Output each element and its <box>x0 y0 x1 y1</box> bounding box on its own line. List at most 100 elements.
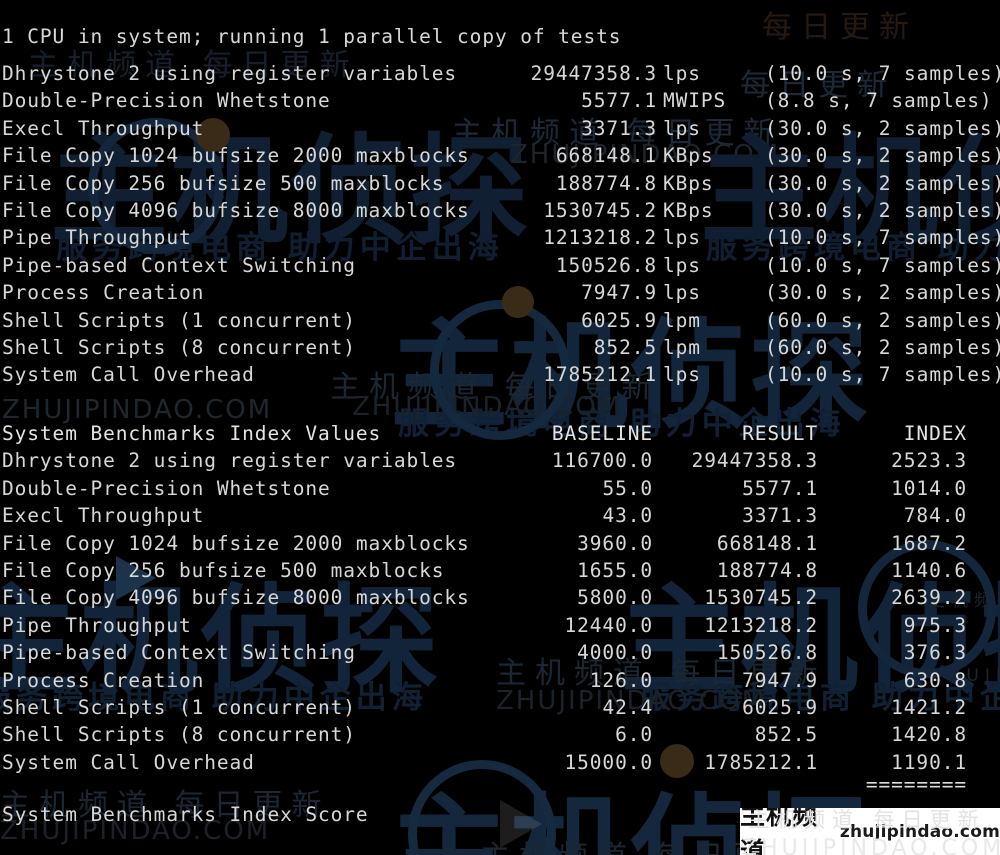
index-table-title: System Benchmarks Index Values <box>2 422 382 445</box>
column-header-result: RESULT <box>742 422 818 445</box>
index-row-baseline: 4000.0 <box>577 641 653 665</box>
benchmark-row: File Copy 4096 bufsize 8000 maxblocks 153… <box>0 197 1000 224</box>
index-row-result: 188774.8 <box>716 559 818 582</box>
index-row-index: 376.3 <box>903 641 967 665</box>
table-row: File Copy 256 bufsize 500 maxblocks 1655.… <box>0 557 1000 584</box>
site-watermark-badge: 主机频道 每日更新 ZHUJIPINDAO.COM 主机频道 zhujipind… <box>740 808 1000 855</box>
benchmark-value: 1530745.2 <box>543 199 657 222</box>
index-row-label: File Copy 1024 bufsize 2000 maxblocks <box>2 531 470 555</box>
benchmark-row: Pipe Throughput 1213218.2 lps (10.0 s, 7 sa… <box>0 224 1000 251</box>
benchmark-label: File Copy 4096 bufsize 8000 maxblocks <box>2 199 470 222</box>
benchmark-value: 1213218.2 <box>543 226 657 250</box>
benchmark-value: 6025.9 <box>581 308 657 332</box>
index-row-index: 630.8 <box>903 668 967 692</box>
index-row-result: 1530745.2 <box>704 586 818 610</box>
benchmark-unit: lpm <box>663 336 701 359</box>
index-row-index: 784.0 <box>903 504 967 528</box>
benchmark-unit: lps <box>663 281 701 305</box>
separator-text: ======== <box>865 773 967 797</box>
benchmark-timing: (30.0 s, 2 samples) <box>765 199 1000 222</box>
benchmark-row: Double-Precision Whetstone 5577.1 MWIPS (8.… <box>0 87 1000 114</box>
index-row-index: 1014.0 <box>891 476 967 500</box>
table-row: File Copy 4096 bufsize 8000 maxblocks 580… <box>0 584 1000 611</box>
index-row-result: 5577.1 <box>742 476 818 500</box>
index-row-label: Execl Throughput <box>2 504 205 528</box>
index-row-baseline: 3960.0 <box>577 531 653 555</box>
benchmark-timing: (30.0 s, 2 samples) <box>765 144 1000 168</box>
benchmark-row: Shell Scripts (8 concurrent) 852.5 lpm (60.… <box>0 334 1000 361</box>
index-row-index: 1140.6 <box>891 559 967 582</box>
benchmark-label: Execl Throughput <box>2 116 205 140</box>
index-row-label: Dhrystone 2 using register variables <box>2 449 458 473</box>
index-score-label: System Benchmarks Index Score <box>2 802 369 826</box>
benchmark-label: Dhrystone 2 using register variables <box>2 62 458 85</box>
benchmark-unit: KBps <box>663 144 714 168</box>
benchmark-value: 188774.8 <box>555 171 657 195</box>
index-row-label: File Copy 256 bufsize 500 maxblocks <box>2 559 445 582</box>
index-row-baseline: 126.0 <box>589 668 653 692</box>
index-row-result: 852.5 <box>754 723 818 747</box>
table-row: Pipe Throughput 12440.0 1213218.2 975.3 <box>0 612 1000 639</box>
benchmark-timing: (10.0 s, 7 samples) <box>765 253 1000 277</box>
index-row-result: 29447358.3 <box>691 449 818 473</box>
benchmark-unit: lps <box>663 116 701 140</box>
column-header-index: INDEX <box>903 422 967 445</box>
index-row-baseline: 42.4 <box>602 696 653 719</box>
index-table-separator: ======== <box>0 771 1000 798</box>
table-row: Double-Precision Whetstone 55.0 5577.1 1014… <box>0 475 1000 502</box>
benchmark-label: File Copy 1024 bufsize 2000 maxblocks <box>2 144 470 168</box>
index-row-baseline: 12440.0 <box>564 613 653 637</box>
benchmark-label: Shell Scripts (1 concurrent) <box>2 308 356 332</box>
terminal-output: 1 CPU in system; running 1 parallel copy… <box>0 0 1000 855</box>
index-row-label: Process Creation <box>2 668 205 692</box>
benchmark-unit: lps <box>663 226 701 250</box>
index-row-index: 1687.2 <box>891 531 967 555</box>
table-row: Shell Scripts (8 concurrent) 6.0 852.5 1420… <box>0 721 1000 748</box>
index-row-label: Shell Scripts (1 concurrent) <box>2 696 356 719</box>
benchmark-unit: KBps <box>663 171 714 195</box>
badge-watermark-bottom: ZHUJIPINDAO.COM <box>742 836 1000 855</box>
terminal-screenshot: 主机频道 每日更新 每日更新 主机频道 每日更新 主机侦探 服务跨境电商 助力中… <box>0 0 1000 855</box>
index-row-label: File Copy 4096 bufsize 8000 maxblocks <box>2 586 470 610</box>
benchmark-value: 29447358.3 <box>530 62 657 85</box>
index-row-baseline: 5800.0 <box>577 586 653 610</box>
index-row-result: 3371.3 <box>742 504 818 528</box>
benchmark-label: Shell Scripts (8 concurrent) <box>2 336 356 359</box>
index-row-result: 668148.1 <box>716 531 818 555</box>
benchmark-label: Pipe Throughput <box>2 226 192 250</box>
benchmark-row: Process Creation 7947.9 lps (30.0 s, 2 samp… <box>0 279 1000 306</box>
benchmark-unit: KBps <box>663 199 714 222</box>
column-header-baseline: BASELINE <box>551 422 653 445</box>
benchmark-label: File Copy 256 bufsize 500 maxblocks <box>2 171 445 195</box>
benchmark-unit: lpm <box>663 308 701 332</box>
table-row: File Copy 1024 bufsize 2000 maxblocks 396… <box>0 530 1000 557</box>
index-row-label: Shell Scripts (8 concurrent) <box>2 723 356 747</box>
index-row-index: 1421.2 <box>891 696 967 719</box>
benchmark-label: Pipe-based Context Switching <box>2 253 356 277</box>
benchmark-value: 852.5 <box>593 336 657 359</box>
benchmark-timing: (60.0 s, 2 samples) <box>765 336 1000 359</box>
index-row-baseline: 116700.0 <box>551 449 653 473</box>
benchmark-row: Pipe-based Context Switching 150526.8 lps (… <box>0 252 1000 279</box>
badge-watermark-top: 主机频道 每日更新 <box>748 808 986 832</box>
index-row-baseline: 6.0 <box>615 723 653 747</box>
benchmark-unit: lps <box>663 62 701 85</box>
index-row-index: 975.3 <box>903 613 967 637</box>
table-row: Execl Throughput 43.0 3371.3 784.0 <box>0 502 1000 529</box>
benchmark-timing: (10.0 s, 7 samples) <box>765 363 1000 387</box>
benchmark-label: Process Creation <box>2 281 205 305</box>
benchmark-timing: (30.0 s, 2 samples) <box>765 116 1000 140</box>
index-table-header: System Benchmarks Index Values BASELINE RE… <box>0 420 1000 447</box>
table-row: Shell Scripts (1 concurrent) 42.4 6025.9 14… <box>0 694 1000 721</box>
benchmark-row: Dhrystone 2 using register variables 2944… <box>0 60 1000 87</box>
benchmark-timing: (10.0 s, 7 samples) <box>765 226 1000 250</box>
benchmark-unit: MWIPS <box>663 89 727 113</box>
index-row-label: Pipe-based Context Switching <box>2 641 356 665</box>
benchmark-value: 7947.9 <box>581 281 657 305</box>
benchmark-row: System Call Overhead 1785212.1 lps (10.0 s,… <box>0 361 1000 388</box>
table-row: Dhrystone 2 using register variables 1167… <box>0 447 1000 474</box>
benchmark-value: 5577.1 <box>581 89 657 113</box>
index-row-index: 1420.8 <box>891 723 967 747</box>
table-row: Pipe-based Context Switching 4000.0 150526… <box>0 639 1000 666</box>
benchmark-unit: lps <box>663 253 701 277</box>
